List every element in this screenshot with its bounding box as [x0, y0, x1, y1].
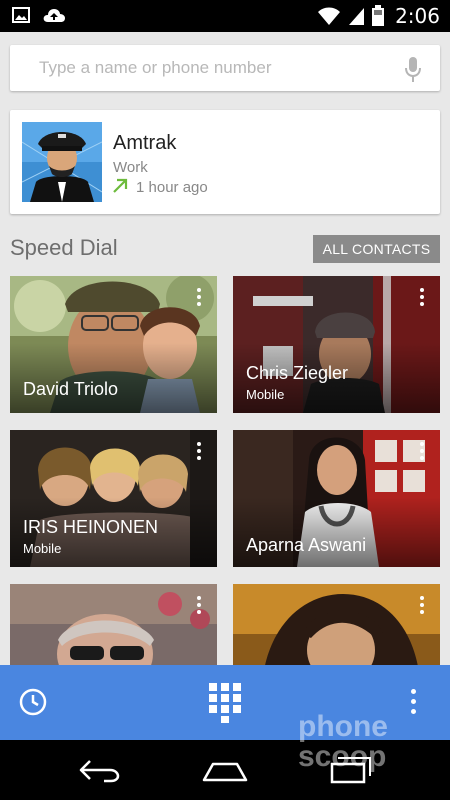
search-bar[interactable]	[10, 45, 440, 91]
status-bar: 2:06	[0, 0, 450, 32]
outgoing-call-icon	[113, 178, 128, 193]
more-options-icon[interactable]	[195, 596, 203, 618]
all-contacts-button[interactable]: ALL CONTACTS	[313, 235, 440, 263]
contact-name: Aparna Aswani	[246, 535, 367, 555]
recent-phone-type: Work	[113, 159, 148, 176]
recent-call-time: 1 hour ago	[136, 179, 208, 196]
home-icon[interactable]	[200, 760, 250, 784]
wifi-icon	[318, 7, 341, 25]
speed-dial-tile[interactable]: David Triolo	[10, 276, 217, 413]
history-icon[interactable]	[18, 687, 48, 717]
more-options-icon[interactable]	[418, 442, 426, 464]
contact-name: David Triolo	[23, 379, 119, 399]
tile-shade	[233, 497, 440, 567]
mic-icon[interactable]	[404, 56, 422, 84]
speed-dial-tile[interactable]: Aparna Aswani	[233, 430, 440, 567]
more-options-icon[interactable]	[418, 288, 426, 310]
watermark: phone scoop	[298, 710, 388, 773]
contact-phone-type: Mobile	[246, 387, 285, 402]
dialpad-icon[interactable]	[209, 683, 241, 723]
contact-avatar	[22, 122, 102, 202]
more-options-icon[interactable]	[418, 596, 426, 618]
contact-name: Chris Ziegler	[246, 363, 349, 383]
more-options-icon[interactable]	[195, 442, 203, 464]
battery-icon	[372, 5, 385, 26]
speed-dial-tile[interactable]: IRIS HEINONEN Mobile	[10, 430, 217, 567]
speed-dial-title: Speed Dial	[10, 235, 118, 260]
recent-contact-name: Amtrak	[113, 132, 177, 154]
overflow-menu-icon[interactable]	[408, 689, 418, 719]
signal-icon	[349, 8, 365, 25]
search-input[interactable]	[39, 57, 379, 79]
clock: 2:06	[395, 4, 440, 28]
cloud-upload-icon	[43, 9, 65, 22]
image-icon	[12, 7, 30, 23]
contact-phone-type: Mobile	[23, 541, 62, 556]
contact-name: IRIS HEINONEN	[23, 517, 159, 537]
back-icon[interactable]	[78, 758, 122, 784]
tile-shade	[10, 343, 217, 413]
speed-dial-tile[interactable]: Chris Ziegler Mobile	[233, 276, 440, 413]
recent-call-card[interactable]: Amtrak Work 1 hour ago	[10, 110, 440, 214]
more-options-icon[interactable]	[195, 288, 203, 310]
